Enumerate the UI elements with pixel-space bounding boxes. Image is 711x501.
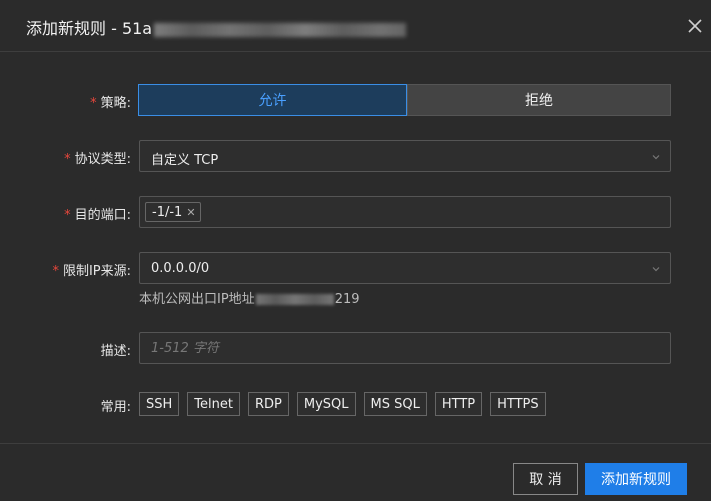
preset-https[interactable]: HTTPS <box>490 392 546 416</box>
port-tag: -1/-1 ✕ <box>145 202 201 222</box>
preset-mysql[interactable]: MySQL <box>296 392 356 416</box>
policy-label: * 策略: <box>90 96 131 111</box>
close-icon[interactable] <box>686 17 704 35</box>
policy-deny-button[interactable]: 拒绝 <box>407 84 671 116</box>
cancel-button[interactable]: 取 消 <box>513 463 578 495</box>
policy-allow-button[interactable]: 允许 <box>138 84 407 116</box>
protocol-select[interactable]: 自定义 TCP <box>139 140 671 172</box>
source-ip-value: 0.0.0.0/0 <box>151 261 210 276</box>
common-presets: SSH Telnet RDP MySQL MS SQL HTTP HTTPS <box>139 392 546 416</box>
redacted-ip <box>255 294 334 305</box>
port-input[interactable]: -1/-1 ✕ <box>139 196 671 228</box>
add-rule-button[interactable]: 添加新规则 <box>585 463 687 495</box>
redacted-id <box>154 22 407 37</box>
preset-telnet[interactable]: Telnet <box>187 392 240 416</box>
chevron-down-icon <box>652 267 660 272</box>
description-field[interactable] <box>139 332 671 364</box>
dialog-title: 添加新规则 - 51a <box>26 15 407 39</box>
source-ip-label: * 限制IP来源: <box>52 264 131 279</box>
description-label: 描述: <box>100 344 131 359</box>
dialog-header: 添加新规则 - 51a <box>0 0 711 52</box>
dialog-title-text: 添加新规则 - 51a <box>26 19 153 38</box>
description-input[interactable] <box>140 333 670 363</box>
protocol-label: * 协议类型: <box>64 152 131 167</box>
add-rule-dialog: 添加新规则 - 51a * 策略: 允许 拒绝 * 协议类型: 自定义 TCP * 目… <box>0 0 711 501</box>
chevron-down-icon <box>652 155 660 160</box>
tag-remove-icon[interactable]: ✕ <box>186 206 195 219</box>
common-label: 常用: <box>100 400 131 415</box>
footer-divider <box>0 443 711 444</box>
protocol-value: 自定义 TCP <box>151 153 219 168</box>
preset-ssh[interactable]: SSH <box>139 392 180 416</box>
preset-mssql[interactable]: MS SQL <box>363 392 427 416</box>
public-ip-hint: 本机公网出口IP地址 219 <box>139 292 360 307</box>
preset-http[interactable]: HTTP <box>434 392 483 416</box>
source-ip-select[interactable]: 0.0.0.0/0 <box>139 252 671 284</box>
port-tag-label: -1/-1 <box>152 204 183 220</box>
port-label: * 目的端口: <box>64 208 131 223</box>
preset-rdp[interactable]: RDP <box>247 392 289 416</box>
